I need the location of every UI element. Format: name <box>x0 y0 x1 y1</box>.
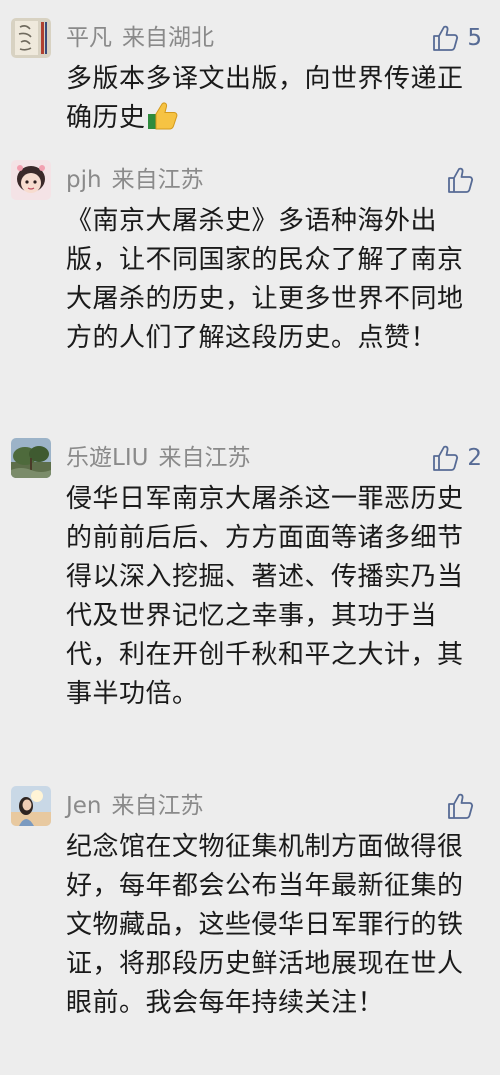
author-location: 来自江苏 <box>111 793 204 819</box>
comment-header: 平凡 来自湖北 <box>66 18 214 58</box>
thumbs-up-outline-icon <box>446 165 476 195</box>
comment-text-content: 多版本多译文出版，向世界传递正确历史 <box>66 64 464 133</box>
author-location: 来自湖北 <box>122 25 214 51</box>
like-count: 5 <box>467 25 482 51</box>
comment-header: pjh 来自江苏 <box>66 160 204 200</box>
author-location: 来自江苏 <box>158 445 251 471</box>
like-button[interactable]: 5 <box>431 18 482 58</box>
comment-text: 《南京大屠杀史》多语种海外出版，让不同国家的民众了解了南京大屠杀的历史，让更多世… <box>66 206 464 353</box>
like-button[interactable] <box>446 160 482 200</box>
author-name[interactable]: 平凡 <box>66 25 112 51</box>
like-count: 2 <box>467 445 482 471</box>
author-name[interactable]: pjh <box>66 167 102 193</box>
thumbs-up-outline-icon <box>431 443 461 473</box>
author-name[interactable]: 乐遊LIU <box>66 445 148 471</box>
avatar[interactable] <box>11 160 51 200</box>
comment-text: 纪念馆在文物征集机制方面做得很好，每年都会公布当年最新征集的文物藏品，这些侵华日… <box>66 832 464 1018</box>
author-name[interactable]: Jen <box>66 793 102 819</box>
comment-text: 侵华日军南京大屠杀这一罪恶历史的前前后后、方方面面等诸多细节得以深入挖掘、著述、… <box>66 484 464 709</box>
avatar[interactable] <box>11 786 51 826</box>
thumbs-up-outline-icon <box>446 791 476 821</box>
comment-header: 乐遊LIU 来自江苏 <box>66 438 250 478</box>
like-button[interactable]: 2 <box>431 438 482 478</box>
thumbs-up-outline-icon <box>431 23 461 53</box>
author-location: 来自江苏 <box>111 167 204 193</box>
avatar[interactable] <box>11 18 51 58</box>
thumbs-up-emoji-icon <box>146 100 180 132</box>
comment-text: 多版本多译文出版，向世界传递正确历史 <box>66 60 476 138</box>
avatar[interactable] <box>11 438 51 478</box>
like-button[interactable] <box>446 786 482 826</box>
comment-header: Jen 来自江苏 <box>66 786 204 826</box>
